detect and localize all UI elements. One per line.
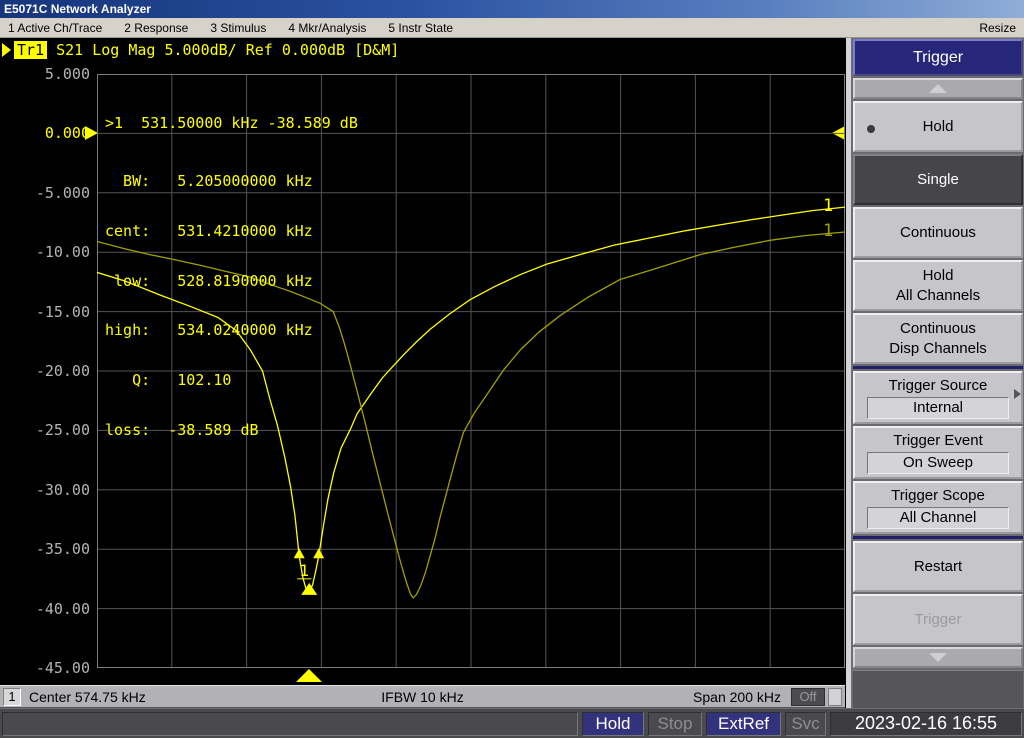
status-extref: ExtRef	[706, 711, 781, 736]
y-tick--10: -10.00	[35, 243, 90, 261]
status-message-panel	[2, 711, 578, 736]
bw-value: BW: 5.205000000 kHz	[105, 171, 313, 190]
menu-stimulus[interactable]: 3 Stimulus	[210, 21, 266, 35]
svg-text:1: 1	[823, 196, 833, 216]
softkey-continuous[interactable]: Continuous	[853, 207, 1023, 258]
channel-number[interactable]: 1	[3, 687, 21, 706]
softkey-filler	[853, 670, 1023, 708]
softkey-single[interactable]: Single	[853, 154, 1023, 205]
bw-center-value: cent: 531.4210000 kHz	[105, 221, 313, 240]
instrument-status-bar: Hold Stop ExtRef Svc 2023-02-16 16:55	[0, 708, 1024, 738]
softkey-separator	[853, 366, 1023, 369]
status-stop: Stop	[648, 711, 702, 736]
selected-bullet-icon	[867, 125, 875, 133]
y-tick--25: -25.00	[35, 421, 90, 439]
trace-format: S21 Log Mag 5.000dB/ Ref 0.000dB [D&M]	[56, 41, 400, 59]
softkey-trigger-disabled: Trigger	[853, 594, 1023, 645]
softkey-scroll-down-button[interactable]	[853, 647, 1023, 668]
trigger-scope-value: All Channel	[866, 507, 1010, 529]
softkey-panel: Trigger Hold Single Continuous Hold All …	[846, 38, 1024, 708]
trigger-event-value: On Sweep	[866, 452, 1010, 474]
status-svc: Svc	[785, 711, 826, 736]
softkey-menu-title: Trigger	[853, 39, 1023, 76]
bw-high-value: high: 534.0240000 kHz	[105, 321, 313, 340]
loss-value: loss: -38.589 dB	[105, 420, 259, 439]
scroll-down-icon	[929, 653, 947, 662]
stimulus-marker-icon[interactable]	[296, 669, 322, 682]
softkey-trigger-scope[interactable]: Trigger Scope All Channel	[853, 481, 1023, 534]
svg-text:1: 1	[299, 561, 309, 580]
marker-readout: >1 531.50000 kHz -38.589 dB BW: 5.205000…	[105, 82, 358, 472]
scroll-up-icon	[929, 84, 947, 93]
off-badge[interactable]: Off	[791, 687, 825, 706]
trace-header: Tr1 S21 Log Mag 5.000dB/ Ref 0.000dB [D&…	[2, 41, 399, 59]
title-bar: E5071C Network Analyzer	[0, 0, 1024, 18]
trigger-source-value: Internal	[866, 397, 1010, 419]
menu-bar: 1 Active Ch/Trace 2 Response 3 Stimulus …	[0, 18, 1024, 38]
channel-status-bar: 1 Center 574.75 kHz IFBW 10 kHz Span 200…	[0, 685, 845, 708]
q-value: Q: 102.10	[105, 371, 232, 390]
window-title: E5071C Network Analyzer	[4, 2, 151, 16]
svg-text:1: 1	[823, 221, 833, 241]
menu-instr-state[interactable]: 5 Instr State	[388, 21, 453, 35]
submenu-arrow-icon	[1014, 389, 1021, 399]
y-tick--40: -40.00	[35, 600, 90, 618]
resize-button[interactable]: Resize	[979, 21, 1016, 35]
status-datetime: 2023-02-16 16:55	[830, 711, 1022, 736]
e5071c-window: E5071C Network Analyzer 1 Active Ch/Trac…	[0, 0, 1024, 738]
status-hold: Hold	[582, 711, 644, 736]
ifbw-value: IFBW 10 kHz	[381, 688, 464, 705]
y-tick--45: -45.00	[35, 659, 90, 677]
y-tick-0: 0.000	[44, 124, 90, 142]
softkey-trigger-source[interactable]: Trigger Source Internal	[853, 371, 1023, 424]
y-tick--5: -5.000	[35, 184, 90, 202]
softkey-restart[interactable]: Restart	[853, 541, 1023, 592]
y-tick-5: 5.000	[44, 65, 90, 83]
menu-response[interactable]: 2 Response	[124, 21, 188, 35]
bw-low-value: low: 528.8190000 kHz	[105, 271, 313, 290]
menu-mkr-analysis[interactable]: 4 Mkr/Analysis	[288, 21, 366, 35]
softkey-trigger-event[interactable]: Trigger Event On Sweep	[853, 426, 1023, 479]
y-tick--20: -20.00	[35, 362, 90, 380]
softkey-separator	[853, 536, 1023, 539]
marker1-value: >1 531.50000 kHz -38.589 dB	[105, 114, 358, 133]
softkey-hold[interactable]: Hold	[853, 101, 1023, 152]
lcd-screen: Tr1 S21 Log Mag 5.000dB/ Ref 0.000dB [D&…	[0, 38, 846, 708]
y-tick--35: -35.00	[35, 540, 90, 558]
menu-active-ch-trace[interactable]: 1 Active Ch/Trace	[8, 21, 102, 35]
softkey-scroll-up-button[interactable]	[853, 78, 1023, 99]
y-tick--15: -15.00	[35, 303, 90, 321]
channel-bar-end-box	[828, 687, 842, 706]
active-trace-arrow-icon	[2, 43, 11, 57]
softkey-hold-all-channels[interactable]: Hold All Channels	[853, 260, 1023, 311]
span-value: Span 200 kHz	[693, 688, 781, 705]
center-frequency: Center 574.75 kHz	[29, 688, 146, 705]
y-tick--30: -30.00	[35, 481, 90, 499]
softkey-continuous-disp-channels[interactable]: Continuous Disp Channels	[853, 313, 1023, 364]
trace-name[interactable]: Tr1	[14, 41, 48, 59]
